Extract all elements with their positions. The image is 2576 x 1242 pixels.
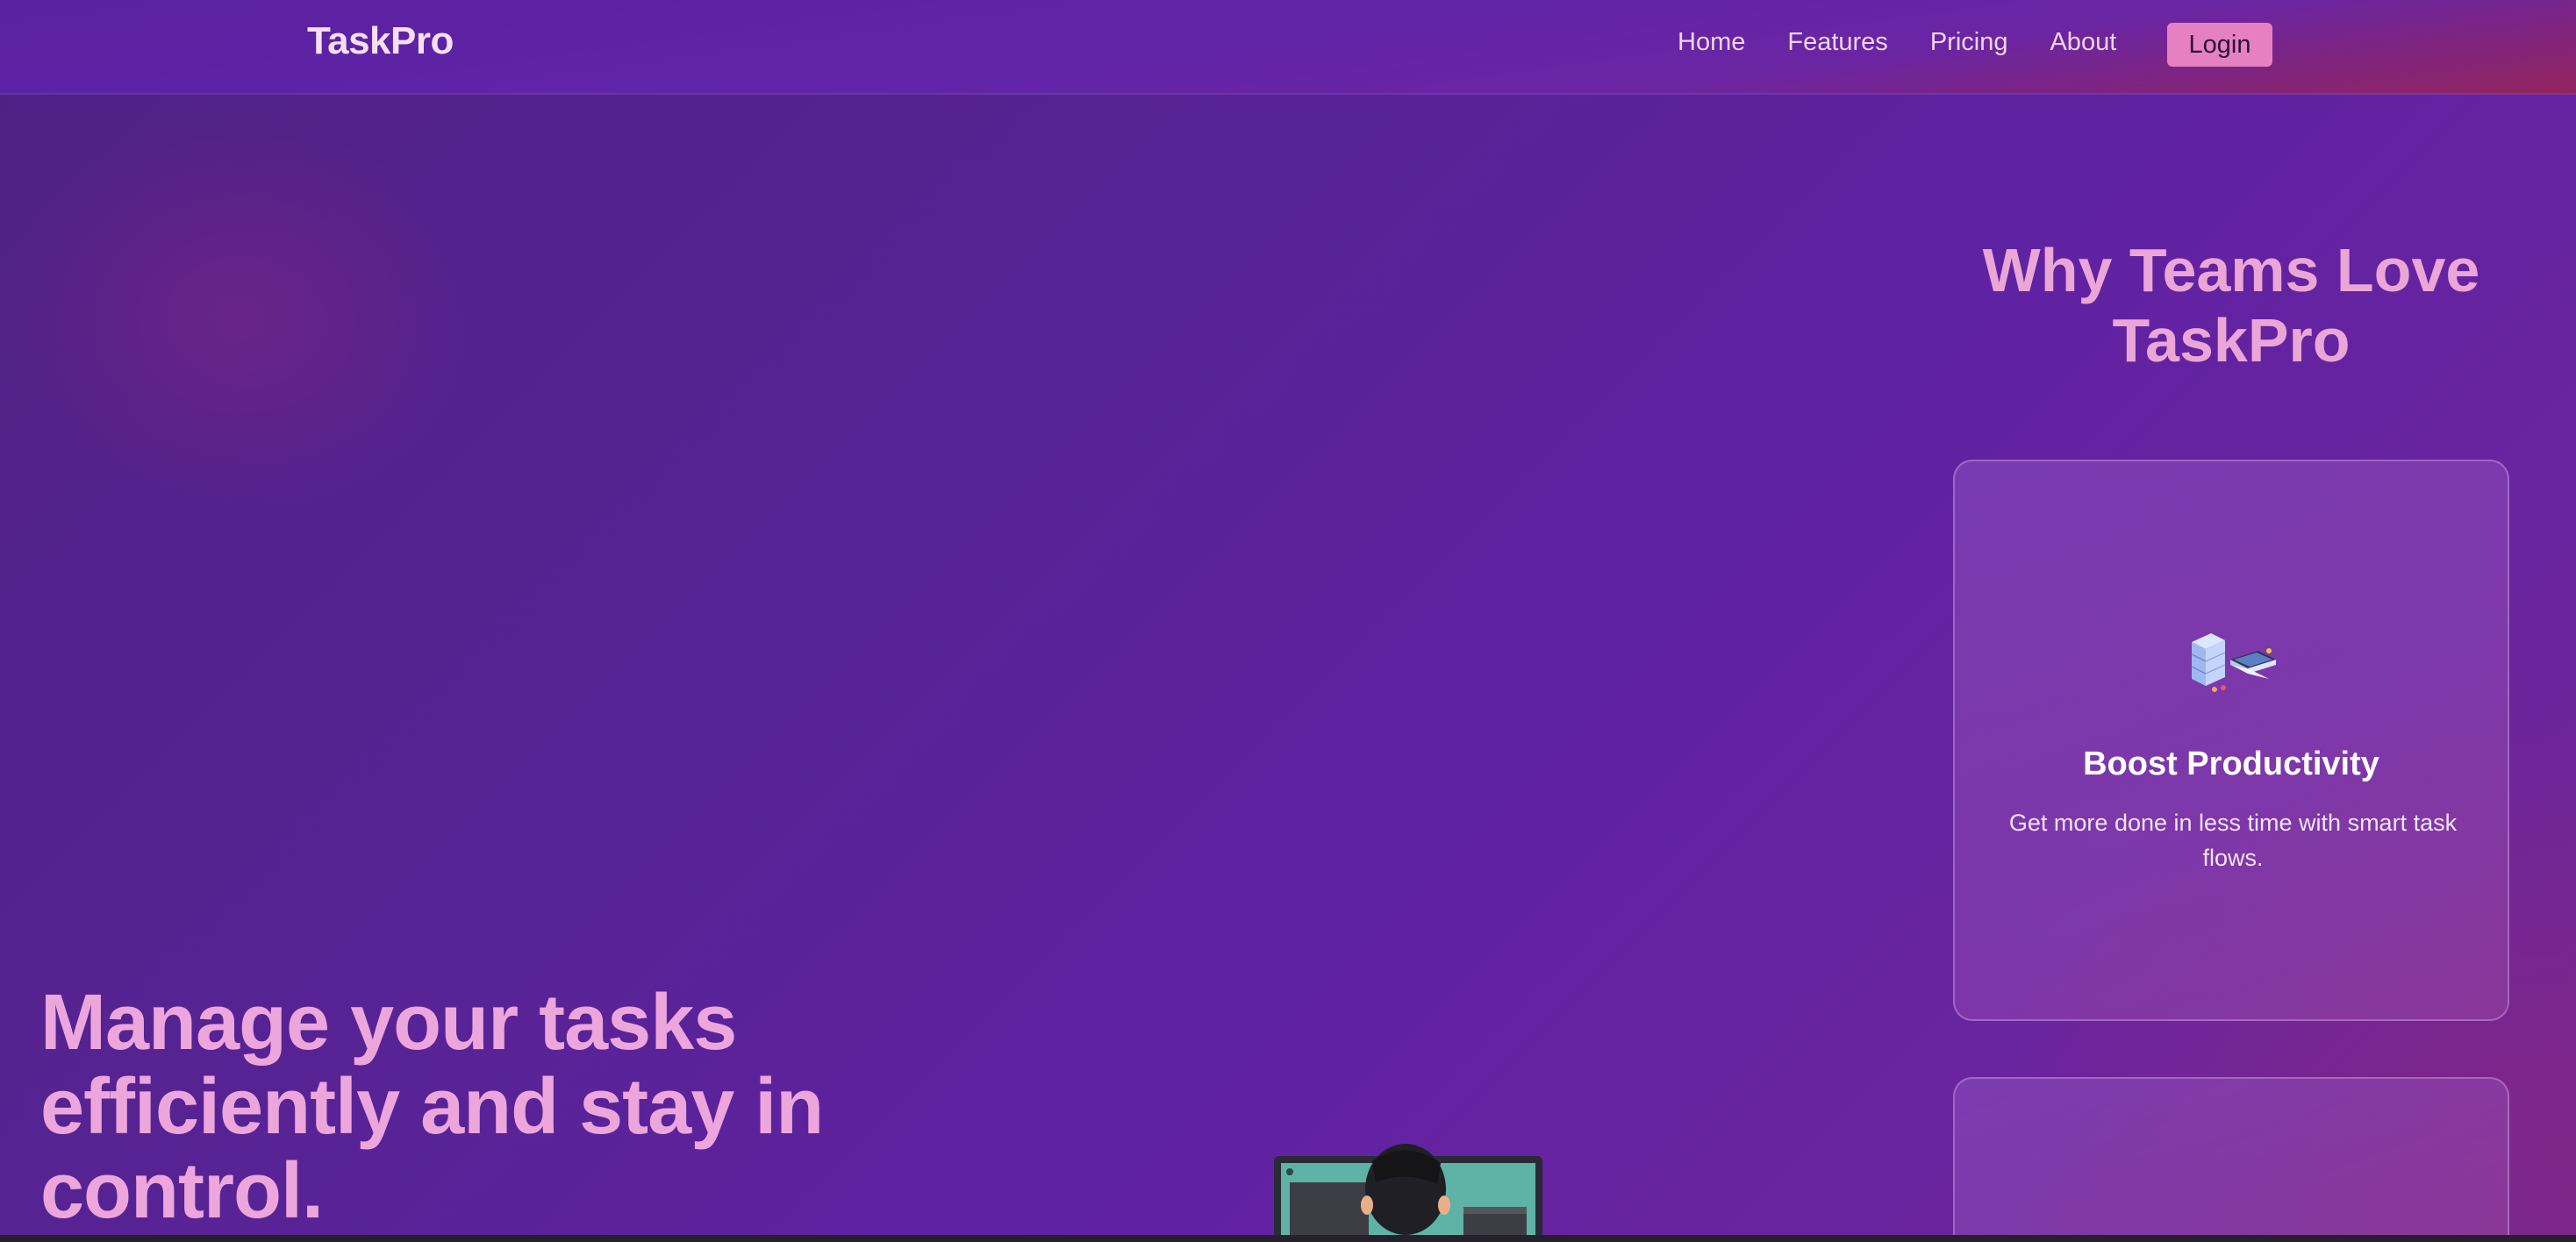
top-navbar: TaskPro Home Features Pricing About Logi…: [0, 0, 2576, 95]
feature-card-partial: [1953, 1077, 2509, 1235]
landing-page: TaskPro Home Features Pricing About Logi…: [0, 0, 2576, 1235]
login-button[interactable]: Login: [2167, 23, 2272, 67]
feature-card-title: Boost Productivity: [2083, 746, 2379, 782]
nav-link-features[interactable]: Features: [1787, 28, 1887, 57]
window-bottom-edge: [0, 1235, 2576, 1242]
person-at-laptop-illustration: [1274, 1144, 1542, 1235]
nav-links: Home Features Pricing About: [1678, 28, 2116, 57]
brand-logo[interactable]: TaskPro: [307, 19, 454, 63]
why-section-title: Why Teams Love TaskPro: [1982, 236, 2480, 375]
productivity-illustration-icon: [2185, 625, 2281, 695]
feature-card-description: Get more done in less time with smart ta…: [2008, 810, 2458, 871]
nav-link-home[interactable]: Home: [1678, 28, 1745, 57]
nav-link-pricing[interactable]: Pricing: [1930, 28, 2008, 57]
hero-title: Manage your tasks efficiently and stay i…: [40, 979, 824, 1235]
feature-card: Boost Productivity Get more done in less…: [1953, 460, 2509, 1021]
nav-link-about[interactable]: About: [2050, 28, 2116, 57]
